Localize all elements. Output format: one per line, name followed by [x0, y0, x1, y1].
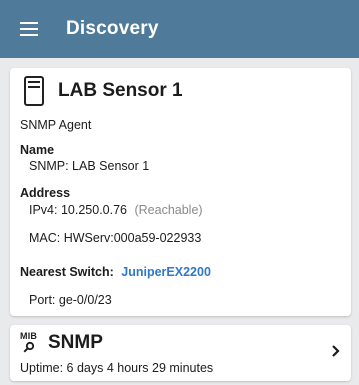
ipv4-value: IPv4: 10.250.0.76 [29, 203, 127, 217]
name-label: Name [20, 143, 55, 157]
reachable-status: (Reachable) [134, 203, 203, 217]
mac-value: MAC: HWServ:000a59-022933 [29, 231, 202, 245]
menu-button[interactable] [0, 0, 58, 58]
address-label: Address [20, 186, 71, 200]
mib-search-icon: MIB [20, 331, 44, 355]
snmp-card[interactable]: MIB SNMP Uptime: 6 days 4 hours 29 minut… [10, 325, 351, 381]
app-bar: Discovery [0, 0, 359, 58]
port-value: Port: ge-0/0/23 [29, 293, 112, 307]
nearest-switch-link[interactable]: JuniperEX2200 [121, 265, 211, 279]
chevron-right-icon[interactable] [331, 344, 341, 363]
snmp-name-value: SNMP: LAB Sensor 1 [29, 159, 150, 173]
server-device-icon [24, 76, 44, 106]
nearest-switch-row: Nearest Switch: JuniperEX2200 [20, 265, 211, 279]
snmp-uptime: Uptime: 6 days 4 hours 29 minutes [20, 361, 214, 375]
hamburger-menu-icon [20, 22, 38, 36]
nearest-switch-label: Nearest Switch: [20, 265, 114, 279]
ipv4-row: IPv4: 10.250.0.76 (Reachable) [29, 203, 203, 217]
snmp-title: SNMP [48, 332, 103, 353]
snmp-header: MIB SNMP [20, 331, 103, 355]
device-card: LAB Sensor 1 SNMP Agent Name SNMP: LAB S… [10, 68, 351, 316]
page-title: Discovery [66, 18, 159, 39]
device-header: LAB Sensor 1 [24, 76, 183, 106]
device-name: LAB Sensor 1 [58, 80, 183, 101]
device-type: SNMP Agent [20, 118, 92, 132]
